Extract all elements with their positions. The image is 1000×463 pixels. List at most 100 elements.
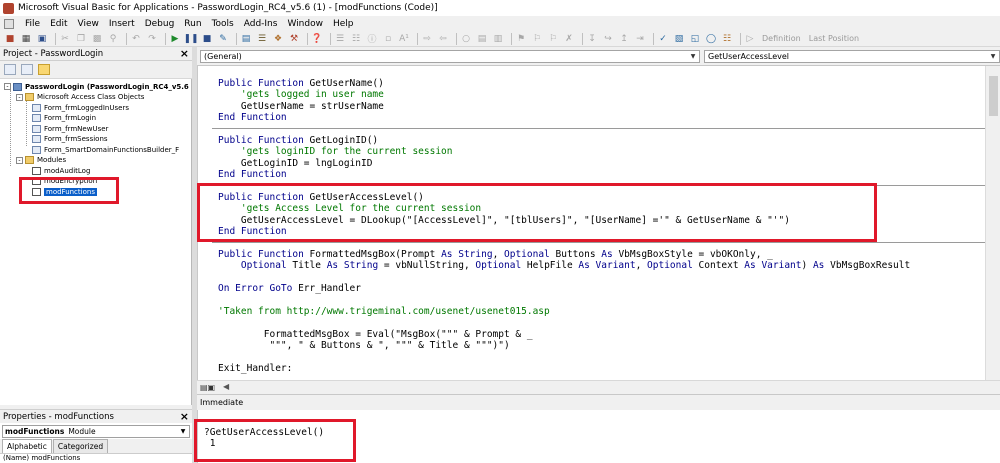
- comment-block-icon[interactable]: ▤: [476, 33, 488, 45]
- next-bookmark-icon[interactable]: ⚐: [531, 33, 543, 45]
- parameter-info-icon[interactable]: ▫: [382, 33, 394, 45]
- view-object-icon[interactable]: [21, 64, 33, 75]
- tree-node[interactable]: Form_frmLoggedInUsers: [32, 102, 129, 113]
- window-title: Microsoft Visual Basic for Applications …: [18, 3, 438, 13]
- access-icon[interactable]: ■: [4, 33, 16, 45]
- toolbar-separator: [165, 32, 166, 45]
- redo-icon[interactable]: ↷: [146, 33, 158, 45]
- tree-node-label: Microsoft Access Class Objects: [37, 93, 145, 101]
- design-mode-icon[interactable]: ✎: [217, 33, 229, 45]
- last-position-button[interactable]: Last Position: [809, 34, 859, 43]
- quick-watch-icon[interactable]: ◯: [705, 33, 717, 45]
- help-icon[interactable]: ❓: [311, 33, 323, 45]
- properties-window-icon[interactable]: ☰: [256, 33, 268, 45]
- tree-node[interactable]: modFunctions: [32, 186, 97, 197]
- quick-info-icon[interactable]: ⓘ: [366, 33, 378, 45]
- menu-view[interactable]: View: [73, 19, 104, 29]
- tree-node[interactable]: Form_frmSessions: [32, 134, 108, 145]
- step-out-icon[interactable]: ↥: [618, 33, 630, 45]
- run-to-cursor-icon[interactable]: ⇥: [634, 33, 646, 45]
- call-stack-icon[interactable]: ☷: [721, 33, 733, 45]
- complete-word-icon[interactable]: A¹: [398, 33, 410, 45]
- chevron-down-icon[interactable]: ▼: [988, 51, 998, 62]
- menu-file[interactable]: File: [20, 19, 45, 29]
- tree-node[interactable]: - Microsoft Access Class Objects: [16, 92, 144, 103]
- collapse-icon[interactable]: -: [4, 83, 11, 90]
- uncomment-block-icon[interactable]: ▥: [492, 33, 504, 45]
- menu-window[interactable]: Window: [282, 19, 328, 29]
- code-text: GetUserName = strUserName: [218, 100, 384, 112]
- object-browser-icon[interactable]: ❖: [272, 33, 284, 45]
- toggle-breakpoint-icon[interactable]: ○: [460, 33, 472, 45]
- tab-alphabetic[interactable]: Alphabetic: [2, 439, 52, 453]
- code-vertical-scrollbar[interactable]: [985, 66, 1000, 380]
- view-code-icon[interactable]: [4, 64, 16, 75]
- chevron-down-icon[interactable]: ▼: [688, 51, 698, 62]
- previous-bookmark-icon[interactable]: ⚐: [547, 33, 559, 45]
- undo-icon[interactable]: ↶: [130, 33, 142, 45]
- scroll-left-icon[interactable]: ◀: [223, 382, 229, 391]
- reset-icon[interactable]: ■: [201, 33, 213, 45]
- cut-icon[interactable]: ✂: [59, 33, 71, 45]
- watch-window-icon[interactable]: ◱: [689, 33, 701, 45]
- step-over-icon[interactable]: ↪: [602, 33, 614, 45]
- toolbar-separator: [653, 32, 654, 45]
- outdent-icon[interactable]: ⇦: [437, 33, 449, 45]
- copy-icon[interactable]: ❐: [75, 33, 87, 45]
- procedure-dropdown[interactable]: GetUserAccessLevel ▼: [704, 50, 1000, 63]
- scrollbar-thumb[interactable]: [989, 76, 998, 116]
- code-keyword: Public Function: [218, 135, 310, 146]
- menu-insert[interactable]: Insert: [104, 19, 140, 29]
- list-constants-icon[interactable]: ☷: [350, 33, 362, 45]
- chevron-down-icon[interactable]: ▼: [178, 426, 188, 437]
- properties-object-select[interactable]: modFunctions Module ▼: [2, 425, 190, 438]
- menu-run[interactable]: Run: [179, 19, 206, 29]
- menu-help[interactable]: Help: [328, 19, 359, 29]
- save-icon[interactable]: ▣: [36, 33, 48, 45]
- tree-node[interactable]: modEncryption: [32, 176, 97, 187]
- tab-categorized[interactable]: Categorized: [52, 439, 109, 453]
- code-editor[interactable]: Public Function GetUserName() 'gets logg…: [197, 66, 985, 380]
- collapse-icon[interactable]: -: [16, 93, 23, 101]
- menu-edit[interactable]: Edit: [45, 19, 72, 29]
- run-icon[interactable]: ▶: [169, 33, 181, 45]
- immediate-window-icon[interactable]: ▧: [673, 33, 685, 45]
- collapse-icon[interactable]: -: [16, 156, 23, 164]
- immediate-window[interactable]: ?GetUserAccessLevel() 1: [197, 410, 1000, 463]
- insert-module-icon[interactable]: ▦: [20, 33, 32, 45]
- tree-node[interactable]: Form_frmLogin: [32, 113, 96, 124]
- access-view-icon[interactable]: [4, 18, 14, 29]
- toggle-bookmark-icon[interactable]: ⚑: [515, 33, 527, 45]
- menu-debug[interactable]: Debug: [140, 19, 180, 29]
- definition-button[interactable]: Definition: [762, 34, 801, 43]
- break-icon[interactable]: ❚❚: [183, 33, 198, 45]
- definition-icon[interactable]: ▷: [744, 33, 756, 45]
- tree-node[interactable]: - PasswordLogin (PasswordLogin_RC4_v5.6 (…: [4, 81, 191, 92]
- paste-icon[interactable]: ▩: [91, 33, 103, 45]
- code-horizontal-scrollbar[interactable]: ▤▣ ◀: [197, 380, 1000, 394]
- close-icon[interactable]: ×: [180, 411, 189, 422]
- menu-tools[interactable]: Tools: [207, 19, 239, 29]
- toolbox-icon[interactable]: ⚒: [288, 33, 300, 45]
- tree-node[interactable]: modAuditLog: [32, 165, 90, 176]
- find-icon[interactable]: ⚲: [107, 33, 119, 45]
- locals-window-icon[interactable]: ✓: [657, 33, 669, 45]
- procedure-view-icon[interactable]: ▤▣: [200, 383, 215, 392]
- step-into-icon[interactable]: ↧: [586, 33, 598, 45]
- project-explorer-icon[interactable]: ▤: [240, 33, 252, 45]
- close-icon[interactable]: ×: [180, 48, 189, 59]
- code-keyword: Public Function: [218, 192, 310, 203]
- toggle-folders-icon[interactable]: [38, 64, 50, 75]
- project-tree: - PasswordLogin (PasswordLogin_RC4_v5.6 (…: [0, 79, 192, 405]
- indent-icon[interactable]: ⇨: [421, 33, 433, 45]
- tree-node[interactable]: - Modules: [16, 155, 66, 166]
- object-dropdown[interactable]: (General) ▼: [200, 50, 700, 63]
- tree-node[interactable]: Form_frmNewUser: [32, 123, 108, 134]
- property-row-name[interactable]: (Name) modFunctions: [0, 453, 192, 463]
- clear-bookmarks-icon[interactable]: ✗: [563, 33, 575, 45]
- code-text: GetUserAccessLevel = DLookup("[AccessLev…: [218, 214, 790, 226]
- menu-add-ins[interactable]: Add-Ins: [239, 19, 283, 29]
- list-properties-icon[interactable]: ☰: [334, 33, 346, 45]
- tree-node[interactable]: Form_SmartDomainFunctionsBuilder_F: [32, 144, 179, 155]
- tree-node-label: Modules: [37, 156, 67, 164]
